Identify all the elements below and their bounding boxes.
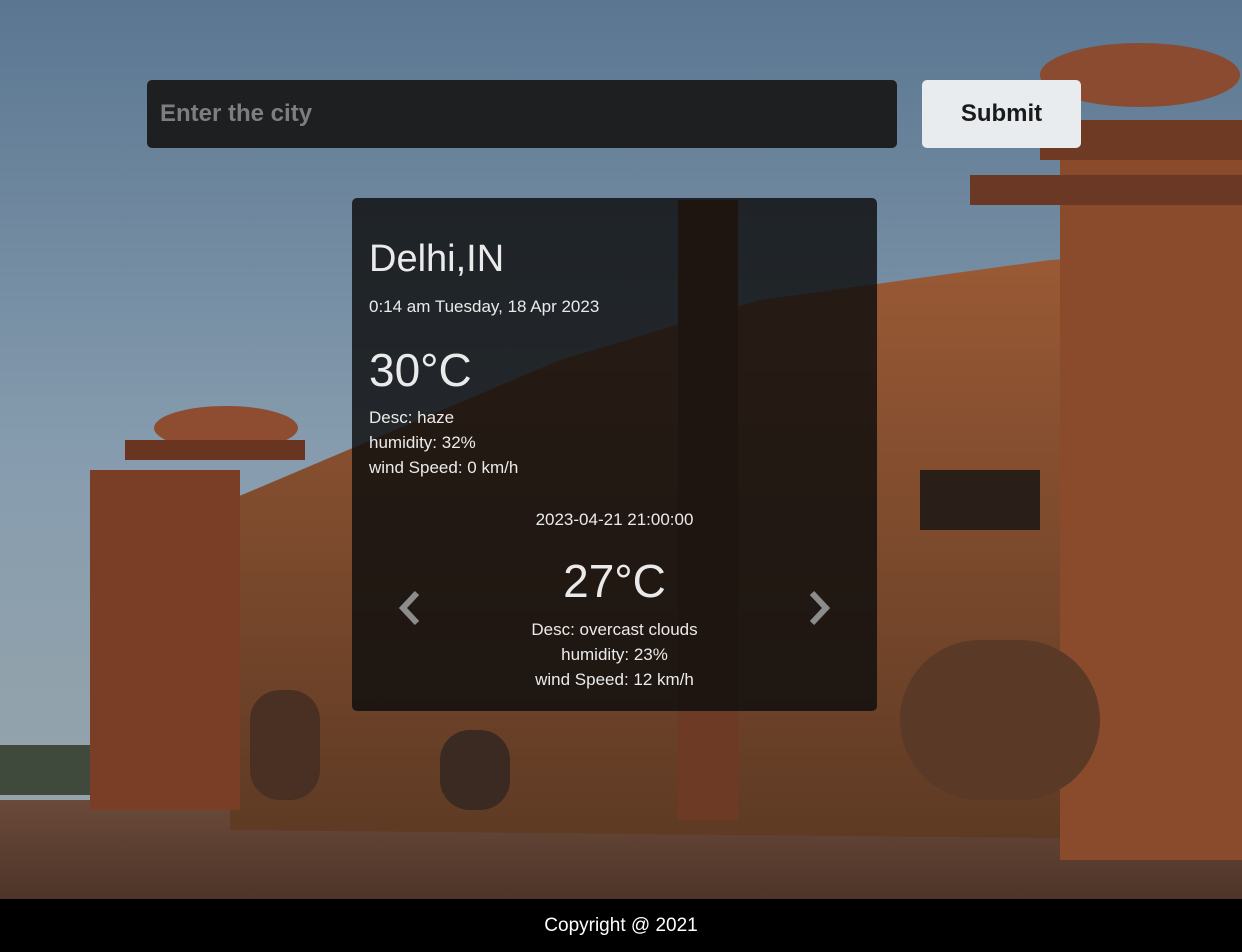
current-datetime: 0:14 am Tuesday, 18 Apr 2023 [369,297,600,316]
carousel-next-button[interactable] [799,586,839,630]
copyright-text: Copyright @ 2021 [544,915,698,936]
current-humidity: humidity: 32% [369,433,476,452]
chevron-right-icon [809,590,831,626]
app-root: Submit Delhi,IN 0:14 am Tuesday, 18 Apr … [0,0,1242,952]
current-wind-speed: wind Speed: 0 km/h [369,458,519,477]
footer: Copyright @ 2021 [0,899,1242,952]
current-temperature: 30°C [369,344,472,396]
city-name: Delhi,IN [369,238,505,280]
chevron-left-icon [398,590,420,626]
carousel-prev-button[interactable] [390,586,430,630]
weather-card: Delhi,IN 0:14 am Tuesday, 18 Apr 2023 30… [352,198,877,711]
forecast-wind-speed: wind Speed: 12 km/h [535,670,694,689]
submit-button[interactable]: Submit [922,80,1081,148]
forecast-humidity: humidity: 23% [561,645,668,664]
current-description: Desc: haze [369,408,455,427]
forecast-datetime: 2023-04-21 21:00:00 [535,510,694,529]
city-search-input[interactable] [147,80,897,148]
